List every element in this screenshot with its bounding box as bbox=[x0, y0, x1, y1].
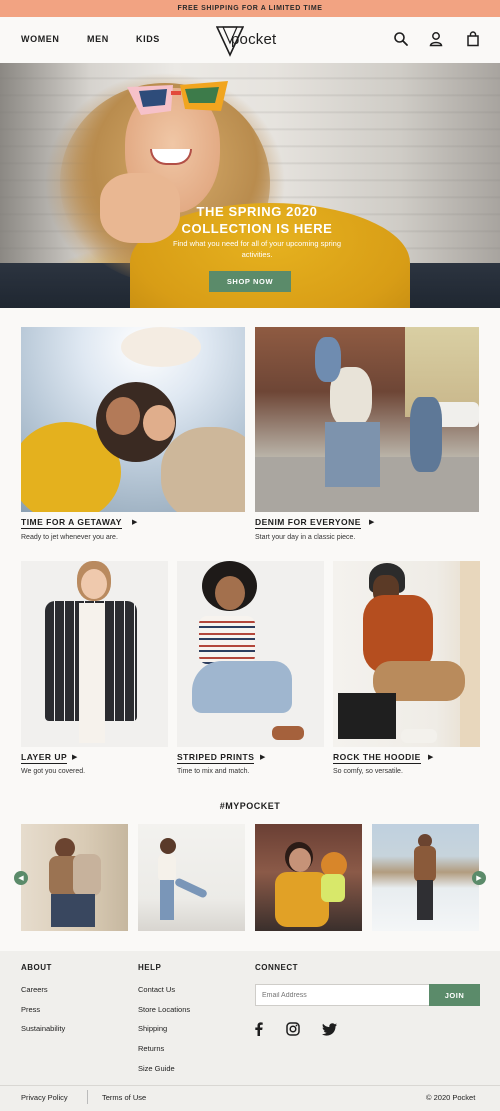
twitter-icon[interactable] bbox=[322, 1021, 338, 1037]
footer-link-size-guide[interactable]: Size Guide bbox=[138, 1064, 175, 1073]
striped-prints-image[interactable] bbox=[177, 561, 324, 747]
product-sub-striped-prints: Time to mix and match. bbox=[177, 768, 250, 775]
feature-link-denim[interactable]: DENIM FOR EVERYONE bbox=[255, 517, 361, 529]
footer-link-privacy[interactable]: Privacy Policy bbox=[21, 1093, 68, 1102]
play-arrow-icon: ▶ bbox=[72, 754, 78, 761]
mypocket-heading: #MYPOCKET bbox=[219, 801, 281, 811]
footer-link-returns[interactable]: Returns bbox=[138, 1044, 164, 1053]
footer-link-press[interactable]: Press bbox=[21, 1005, 40, 1014]
bag-icon[interactable] bbox=[465, 31, 481, 47]
footer-separator bbox=[87, 1090, 88, 1104]
play-arrow-icon: ▶ bbox=[132, 519, 138, 526]
copyright-text: © 2020 Pocket bbox=[426, 1093, 476, 1102]
shop-now-button[interactable]: SHOP NOW bbox=[209, 271, 291, 292]
carousel-prev-button[interactable]: ◀ bbox=[14, 871, 28, 885]
promo-banner: FREE SHIPPING FOR A LIMITED TIME bbox=[0, 0, 500, 17]
footer-help-heading: HELP bbox=[138, 963, 162, 972]
mypocket-photo-2[interactable] bbox=[138, 824, 245, 931]
footer-about-heading: ABOUT bbox=[21, 963, 52, 972]
product-link-layer-up[interactable]: LAYER UP bbox=[21, 752, 68, 764]
getaway-image[interactable] bbox=[21, 327, 245, 512]
hero-title: THE SPRING 2020 COLLECTION IS HERE bbox=[181, 204, 333, 236]
footer-link-shipping[interactable]: Shipping bbox=[138, 1024, 167, 1033]
feature-sub-getaway: Ready to jet whenever you are. bbox=[21, 534, 118, 541]
feature-sub-denim: Start your day in a classic piece. bbox=[255, 534, 356, 541]
product-sub-layer-up: We got you covered. bbox=[21, 768, 86, 775]
user-icon[interactable] bbox=[428, 31, 444, 47]
logo-text: pocket bbox=[231, 31, 277, 48]
feature-link-getaway[interactable]: TIME FOR A GETAWAY bbox=[21, 517, 122, 529]
arrow-right-icon: ▶ bbox=[476, 875, 482, 882]
pocket-logo[interactable]: pocket bbox=[216, 23, 286, 57]
product-link-rock-the-hoodie[interactable]: ROCK THE HOODIE bbox=[333, 752, 421, 764]
mypocket-photo-4[interactable] bbox=[372, 824, 479, 931]
play-arrow-icon: ▶ bbox=[260, 754, 266, 761]
join-button[interactable]: JOIN bbox=[429, 984, 480, 1006]
search-icon[interactable] bbox=[393, 31, 409, 47]
arrow-left-icon: ◀ bbox=[18, 875, 24, 882]
instagram-icon[interactable] bbox=[285, 1021, 301, 1037]
footer-connect-heading: CONNECT bbox=[255, 963, 299, 972]
footer-divider bbox=[0, 1085, 500, 1086]
carousel-next-button[interactable]: ▶ bbox=[472, 871, 486, 885]
mypocket-photo-3[interactable] bbox=[255, 824, 362, 931]
footer-link-terms[interactable]: Terms of Use bbox=[102, 1093, 146, 1102]
email-field[interactable] bbox=[255, 984, 430, 1006]
facebook-icon[interactable] bbox=[251, 1021, 267, 1037]
footer-link-sustainability[interactable]: Sustainability bbox=[21, 1024, 65, 1033]
site-header: WOMEN MEN KIDS pocket bbox=[0, 17, 500, 63]
footer-link-careers[interactable]: Careers bbox=[21, 985, 48, 994]
rock-the-hoodie-image[interactable] bbox=[333, 561, 480, 747]
promo-banner-text: FREE SHIPPING FOR A LIMITED TIME bbox=[177, 5, 323, 12]
denim-image[interactable] bbox=[255, 327, 479, 512]
hero-subtitle: Find what you need for all of your upcom… bbox=[172, 239, 341, 259]
hero-section: THE SPRING 2020 COLLECTION IS HERE Find … bbox=[0, 63, 500, 308]
nav-men[interactable]: MEN bbox=[87, 34, 109, 44]
nav-women[interactable]: WOMEN bbox=[21, 34, 60, 44]
product-sub-rock-the-hoodie: So comfy, so versatile. bbox=[333, 768, 403, 775]
footer-link-stores[interactable]: Store Locations bbox=[138, 1005, 190, 1014]
sunglasses-image bbox=[127, 81, 228, 115]
site-footer bbox=[0, 951, 500, 1111]
play-arrow-icon: ▶ bbox=[428, 754, 434, 761]
product-link-striped-prints[interactable]: STRIPED PRINTS bbox=[177, 752, 255, 764]
footer-link-contact[interactable]: Contact Us bbox=[138, 985, 175, 994]
layer-up-image[interactable] bbox=[21, 561, 168, 747]
mypocket-photo-1[interactable] bbox=[21, 824, 128, 931]
nav-kids[interactable]: KIDS bbox=[136, 34, 160, 44]
play-arrow-icon: ▶ bbox=[369, 519, 375, 526]
